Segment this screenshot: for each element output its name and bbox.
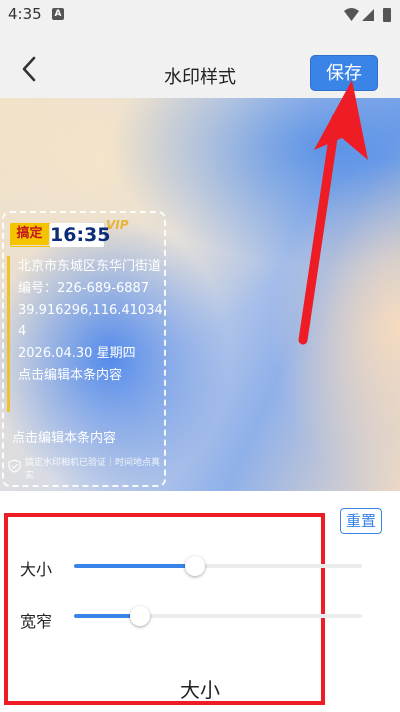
watermark-logo: 搞定	[10, 223, 49, 245]
status-time: 4:35	[8, 5, 42, 23]
watermark-footer-edit[interactable]: 点击编辑本条内容	[12, 427, 116, 446]
watermark-address[interactable]: 北京市东城区东华门街道	[18, 256, 168, 277]
watermark-date[interactable]: 2026.04.30 星期四	[18, 343, 168, 364]
current-option-label: 大小	[180, 678, 220, 702]
wifi-icon	[344, 8, 359, 21]
verify-text: 搞定水印相机已验证｜时间地点真实	[25, 458, 161, 481]
width-label: 宽窄	[20, 612, 53, 631]
width-slider[interactable]	[74, 606, 362, 626]
reset-button[interactable]: 重置	[340, 508, 382, 534]
size-slider[interactable]	[74, 556, 362, 576]
watermark-card[interactable]: 搞定 16:35 VIP 北京市东城区东华门街道 编号：226-689-6887…	[2, 211, 166, 487]
watermark-edit-line[interactable]: 点击编辑本条内容	[18, 365, 168, 386]
size-slider-fill	[74, 564, 195, 568]
watermark-number[interactable]: 编号：226-689-6887	[18, 278, 168, 299]
watermark-coordinates[interactable]: 39.916296,116.410344	[18, 300, 168, 342]
size-label: 大小	[20, 560, 53, 579]
watermark-lines: 北京市东城区东华门街道 编号：226-689-6887 39.916296,11…	[18, 256, 168, 387]
notification-app-icon: A	[52, 8, 64, 20]
annotation-arrow-icon	[298, 80, 368, 345]
shield-check-icon	[8, 459, 21, 473]
vip-badge: VIP	[106, 218, 129, 232]
signal-icon	[362, 9, 374, 21]
battery-icon	[383, 8, 391, 22]
watermark-accent-bar	[7, 256, 10, 412]
size-slider-thumb[interactable]	[184, 556, 205, 576]
watermark-time: 16:35	[50, 223, 111, 247]
status-bar: 4:35 A	[0, 0, 400, 30]
status-icons	[344, 8, 391, 22]
